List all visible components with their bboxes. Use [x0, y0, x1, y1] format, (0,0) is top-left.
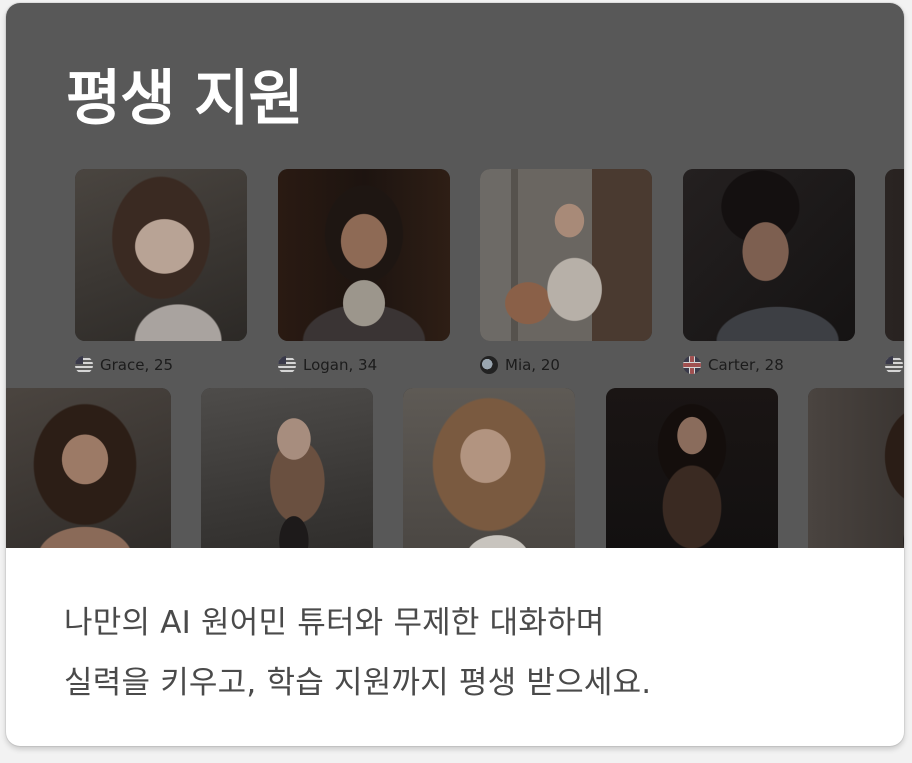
tutor-photo-grace[interactable]: [75, 169, 247, 341]
portrait-image: [480, 169, 652, 341]
tutor-row-2: [6, 388, 904, 548]
portrait-image: [808, 388, 904, 548]
tutor-photo-row2-3[interactable]: [403, 388, 575, 548]
feature-card: 평생 지원 Grace, 25 Logan, 34 Mia, 20 Carter…: [6, 3, 904, 746]
portrait-image: [403, 388, 575, 548]
portrait-image: [201, 388, 373, 548]
card-description: 나만의 AI 원어민 튜터와 무제한 대화하며 실력을 키우고, 학습 지원까지…: [64, 593, 864, 713]
tutor-row-1: Grace, 25 Logan, 34 Mia, 20 Carter, 28: [6, 169, 904, 374]
tutor-caption: Grace, 25: [75, 355, 173, 375]
tutor-caption: Mia, 20: [480, 355, 560, 375]
card-title: 평생 지원: [66, 64, 304, 134]
tutor-photo-logan[interactable]: [278, 169, 450, 341]
portrait-image: [606, 388, 778, 548]
portrait-image: [6, 388, 171, 548]
tutor-name: Mia, 20: [505, 356, 560, 374]
portrait-image: [885, 169, 904, 341]
us-flag-icon: [75, 356, 93, 374]
uk-flag-icon: [683, 356, 701, 374]
tutor-photo-row2-5[interactable]: [808, 388, 904, 548]
us-flag-icon: [885, 356, 903, 374]
tutor-name: Carter, 28: [708, 356, 784, 374]
tutor-name: Logan, 34: [303, 356, 378, 374]
tutor-gallery-hero: 평생 지원 Grace, 25 Logan, 34 Mia, 20 Carter…: [6, 3, 904, 548]
portrait-image: [75, 169, 247, 341]
tutor-caption: Logan, 34: [278, 355, 377, 375]
tutor-caption: Carter, 28: [683, 355, 784, 375]
tutor-photo-row2-4[interactable]: [606, 388, 778, 548]
india-flag-icon: [480, 356, 498, 374]
tutor-photo-row2-2[interactable]: [201, 388, 373, 548]
tutor-photo-partial[interactable]: [885, 169, 904, 341]
us-flag-icon: [278, 356, 296, 374]
tutor-caption: [885, 355, 903, 375]
portrait-image: [278, 169, 450, 341]
portrait-image: [683, 169, 855, 341]
tutor-photo-carter[interactable]: [683, 169, 855, 341]
tutor-name: Grace, 25: [100, 356, 174, 374]
tutor-photo-mia[interactable]: [480, 169, 652, 341]
description-line-2: 실력을 키우고, 학습 지원까지 평생 받으세요.: [64, 665, 652, 701]
tutor-photo-row2-1[interactable]: [6, 388, 171, 548]
description-line-1: 나만의 AI 원어민 튜터와 무제한 대화하며: [64, 605, 605, 641]
